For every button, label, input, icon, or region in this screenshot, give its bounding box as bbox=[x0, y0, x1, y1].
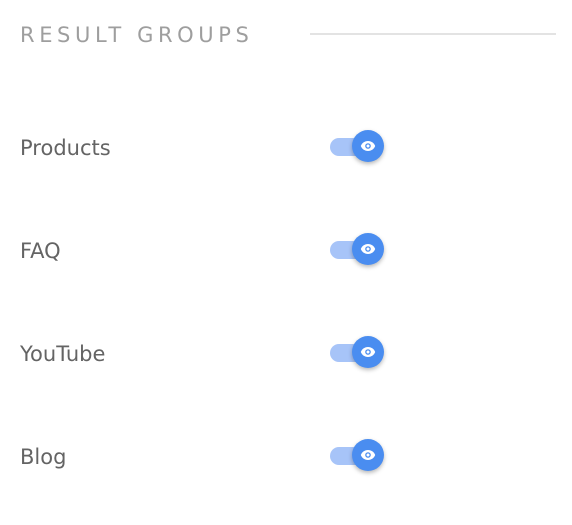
visibility-toggle-blog[interactable] bbox=[330, 437, 386, 477]
toggle-knob[interactable] bbox=[352, 130, 384, 162]
toggle-knob[interactable] bbox=[352, 233, 384, 265]
visibility-toggle-youtube[interactable] bbox=[330, 334, 386, 374]
group-label-youtube: YouTube bbox=[20, 342, 106, 366]
toggle-knob[interactable] bbox=[352, 336, 384, 368]
group-label-faq: FAQ bbox=[20, 239, 61, 263]
group-label-blog: Blog bbox=[20, 445, 67, 469]
result-groups-header: RESULT GROUPS bbox=[20, 20, 556, 50]
toggle-knob[interactable] bbox=[352, 439, 384, 471]
group-row-blog: Blog bbox=[20, 437, 420, 477]
eye-icon bbox=[360, 244, 376, 254]
visibility-toggle-faq[interactable] bbox=[330, 231, 386, 271]
group-row-youtube: YouTube bbox=[20, 334, 420, 374]
group-row-products: Products bbox=[20, 128, 420, 168]
group-row-faq: FAQ bbox=[20, 231, 420, 271]
group-label-products: Products bbox=[20, 136, 111, 160]
eye-icon bbox=[360, 450, 376, 460]
section-title: RESULT GROUPS bbox=[20, 23, 254, 47]
visibility-toggle-products[interactable] bbox=[330, 128, 386, 168]
eye-icon bbox=[360, 347, 376, 357]
eye-icon bbox=[360, 141, 376, 151]
section-divider bbox=[310, 33, 556, 35]
